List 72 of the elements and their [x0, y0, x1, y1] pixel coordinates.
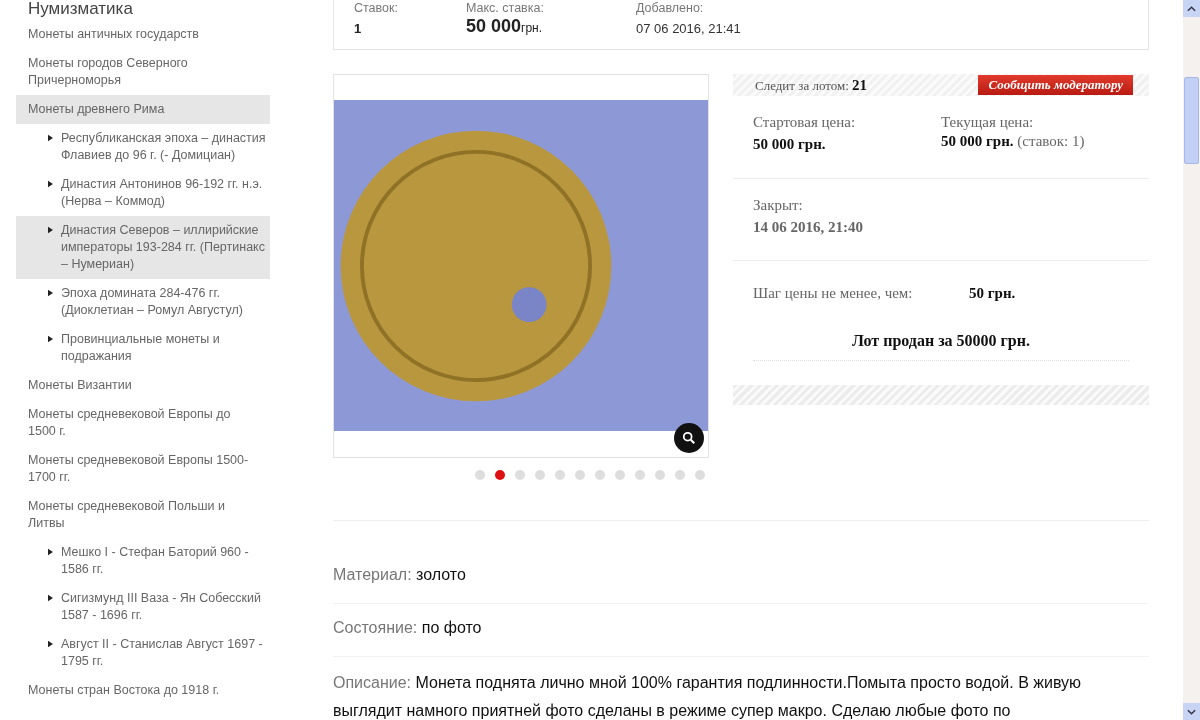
- subcategory-label: Провинциальные монеты и подражания: [61, 331, 221, 365]
- scroll-up-button[interactable]: [1183, 0, 1200, 17]
- gallery-dot[interactable]: [475, 470, 485, 480]
- price-label: Стартовая цена:: [753, 114, 857, 131]
- detail-text: Материал: золото: [333, 551, 1149, 604]
- scroll-down-button[interactable]: [1183, 703, 1200, 720]
- stat-value: 50 000грн.: [466, 16, 544, 37]
- subcategory-label: Эпоха домината 284-476 гг. (Диоклетиан – Ромул Августул): [61, 285, 244, 319]
- closed-label: Закрыт:: [753, 197, 804, 214]
- step-value: 50 грн.: [969, 285, 1016, 302]
- subcategory-label: Республиканская эпоха – династия Флавиев до 96 г. (- Домициан): [61, 130, 266, 164]
- gallery-dot[interactable]: [515, 470, 525, 480]
- closed-date: 14 06 2016, 21:40: [753, 219, 864, 236]
- zoom-button[interactable]: [674, 423, 704, 453]
- gallery-dot[interactable]: [675, 470, 685, 480]
- gallery-dot[interactable]: [595, 470, 605, 480]
- bullet-icon: [48, 640, 53, 648]
- bullet-icon: [48, 594, 53, 602]
- gallery-dot[interactable]: [695, 470, 705, 480]
- subcategory-link[interactable]: Династия Антонинов 96-192 гг. н.э. (Нерва – Коммод): [16, 170, 270, 216]
- gallery-dot[interactable]: [555, 470, 565, 480]
- subcategory-link[interactable]: Эпоха домината 284-476 гг. (Диоклетиан – Ромул Августул): [16, 279, 270, 325]
- search-icon: [682, 431, 696, 445]
- bullet-icon: [48, 289, 53, 297]
- subcategory-label: Династия Северов – иллирийские императоры 193-284 гг. (Пертинакс – Нумериан): [61, 222, 266, 273]
- gallery-dot[interactable]: [655, 470, 665, 480]
- subcategory-link[interactable]: Республиканская эпоха – династия Флавиев до 96 г. (- Домициан): [16, 124, 270, 170]
- subcategory-label: Династия Антонинов 96-192 гг. н.э. (Нерва – Коммод): [61, 176, 264, 210]
- category-link[interactable]: Монеты средневековой Польши и Литвы: [16, 492, 270, 538]
- gallery-dot[interactable]: [535, 470, 545, 480]
- stat-value: 07 06 2016, 21:41: [636, 21, 741, 36]
- subcategory-link[interactable]: Династия Северов – иллирийские императоры 193-284 гг. (Пертинакс – Нумериан): [16, 216, 270, 279]
- bullet-icon: [48, 180, 53, 188]
- subcategory-link[interactable]: Мешко I - Стефан Баторий 960 - 1586 гг.: [16, 538, 270, 584]
- subcategory-link[interactable]: Провинциальные монеты и подражания: [16, 325, 270, 371]
- subcategory-label: Сигизмунд III Ваза - Ян Собесский 1587 - 1696 гг.: [61, 590, 263, 624]
- category-link[interactable]: Монеты городов Северного Причерноморья: [16, 49, 270, 95]
- category-link[interactable]: Монеты Византии: [16, 371, 270, 400]
- gallery-dot[interactable]: [615, 470, 625, 480]
- step-label: Шаг цены не менее, чем:: [753, 285, 914, 302]
- gallery-dot[interactable]: [575, 470, 585, 480]
- bullet-icon: [48, 134, 53, 142]
- category-link[interactable]: Монеты древнего Рима: [16, 95, 270, 124]
- category-link[interactable]: Монеты средневековой Европы до 1500 г.: [16, 400, 270, 446]
- gallery-dot[interactable]: [635, 470, 645, 480]
- stat-label: Макс. ставка:: [466, 1, 545, 15]
- report-button[interactable]: Сообщить модератору: [978, 75, 1133, 95]
- detail-text: Описание: Монета поднята лично мной 100% гарантия подлинности.Помыта просто водой. В живую выглядит намного приятней фото сделаны в режиме супер макро. Сделаю любые фото по: [333, 673, 1083, 720]
- category-link[interactable]: Монеты стран Востока до 1918 г.: [16, 676, 270, 705]
- sidebar-title: Нумизматика: [27, 0, 134, 20]
- detail-text: Состояние: по фото: [333, 604, 1149, 657]
- category-link[interactable]: Монеты средневековой Европы 1500-1700 гг.: [16, 446, 270, 492]
- stat-value: 1: [354, 21, 363, 36]
- stat-label: Добавлено:: [636, 1, 705, 15]
- stat-label: Ставок:: [354, 1, 399, 15]
- subcategory-label: Август II - Станислав Август 1697 - 1795 гг.: [61, 636, 264, 670]
- scroll-thumb[interactable]: [1184, 77, 1199, 164]
- price-value: 50 000 грн. (ставок: 1): [941, 133, 1086, 150]
- category-link[interactable]: Монеты античных государств: [16, 20, 270, 49]
- caret-up-icon: [1187, 5, 1196, 12]
- gallery-dot[interactable]: [495, 470, 505, 480]
- caret-down-icon: [1187, 708, 1196, 715]
- subcategory-link[interactable]: Август II - Станислав Август 1697 - 1795 гг.: [16, 630, 270, 676]
- bullet-icon: [48, 548, 53, 556]
- subcategory-link[interactable]: Сигизмунд III Ваза - Ян Собесский 1587 - 1696 гг.: [16, 584, 270, 630]
- sold-text: Лот продан за 50000 грн.: [753, 332, 1129, 361]
- price-label: Текущая цена:: [941, 114, 1035, 131]
- bullet-icon: [48, 226, 53, 234]
- bullet-icon: [48, 335, 53, 343]
- subcategory-label: Мешко I - Стефан Баторий 960 - 1586 гг.: [61, 544, 250, 578]
- watchers-text: Следит за лотом: 21: [755, 76, 868, 94]
- price-value: 50 000 грн.: [753, 136, 827, 153]
